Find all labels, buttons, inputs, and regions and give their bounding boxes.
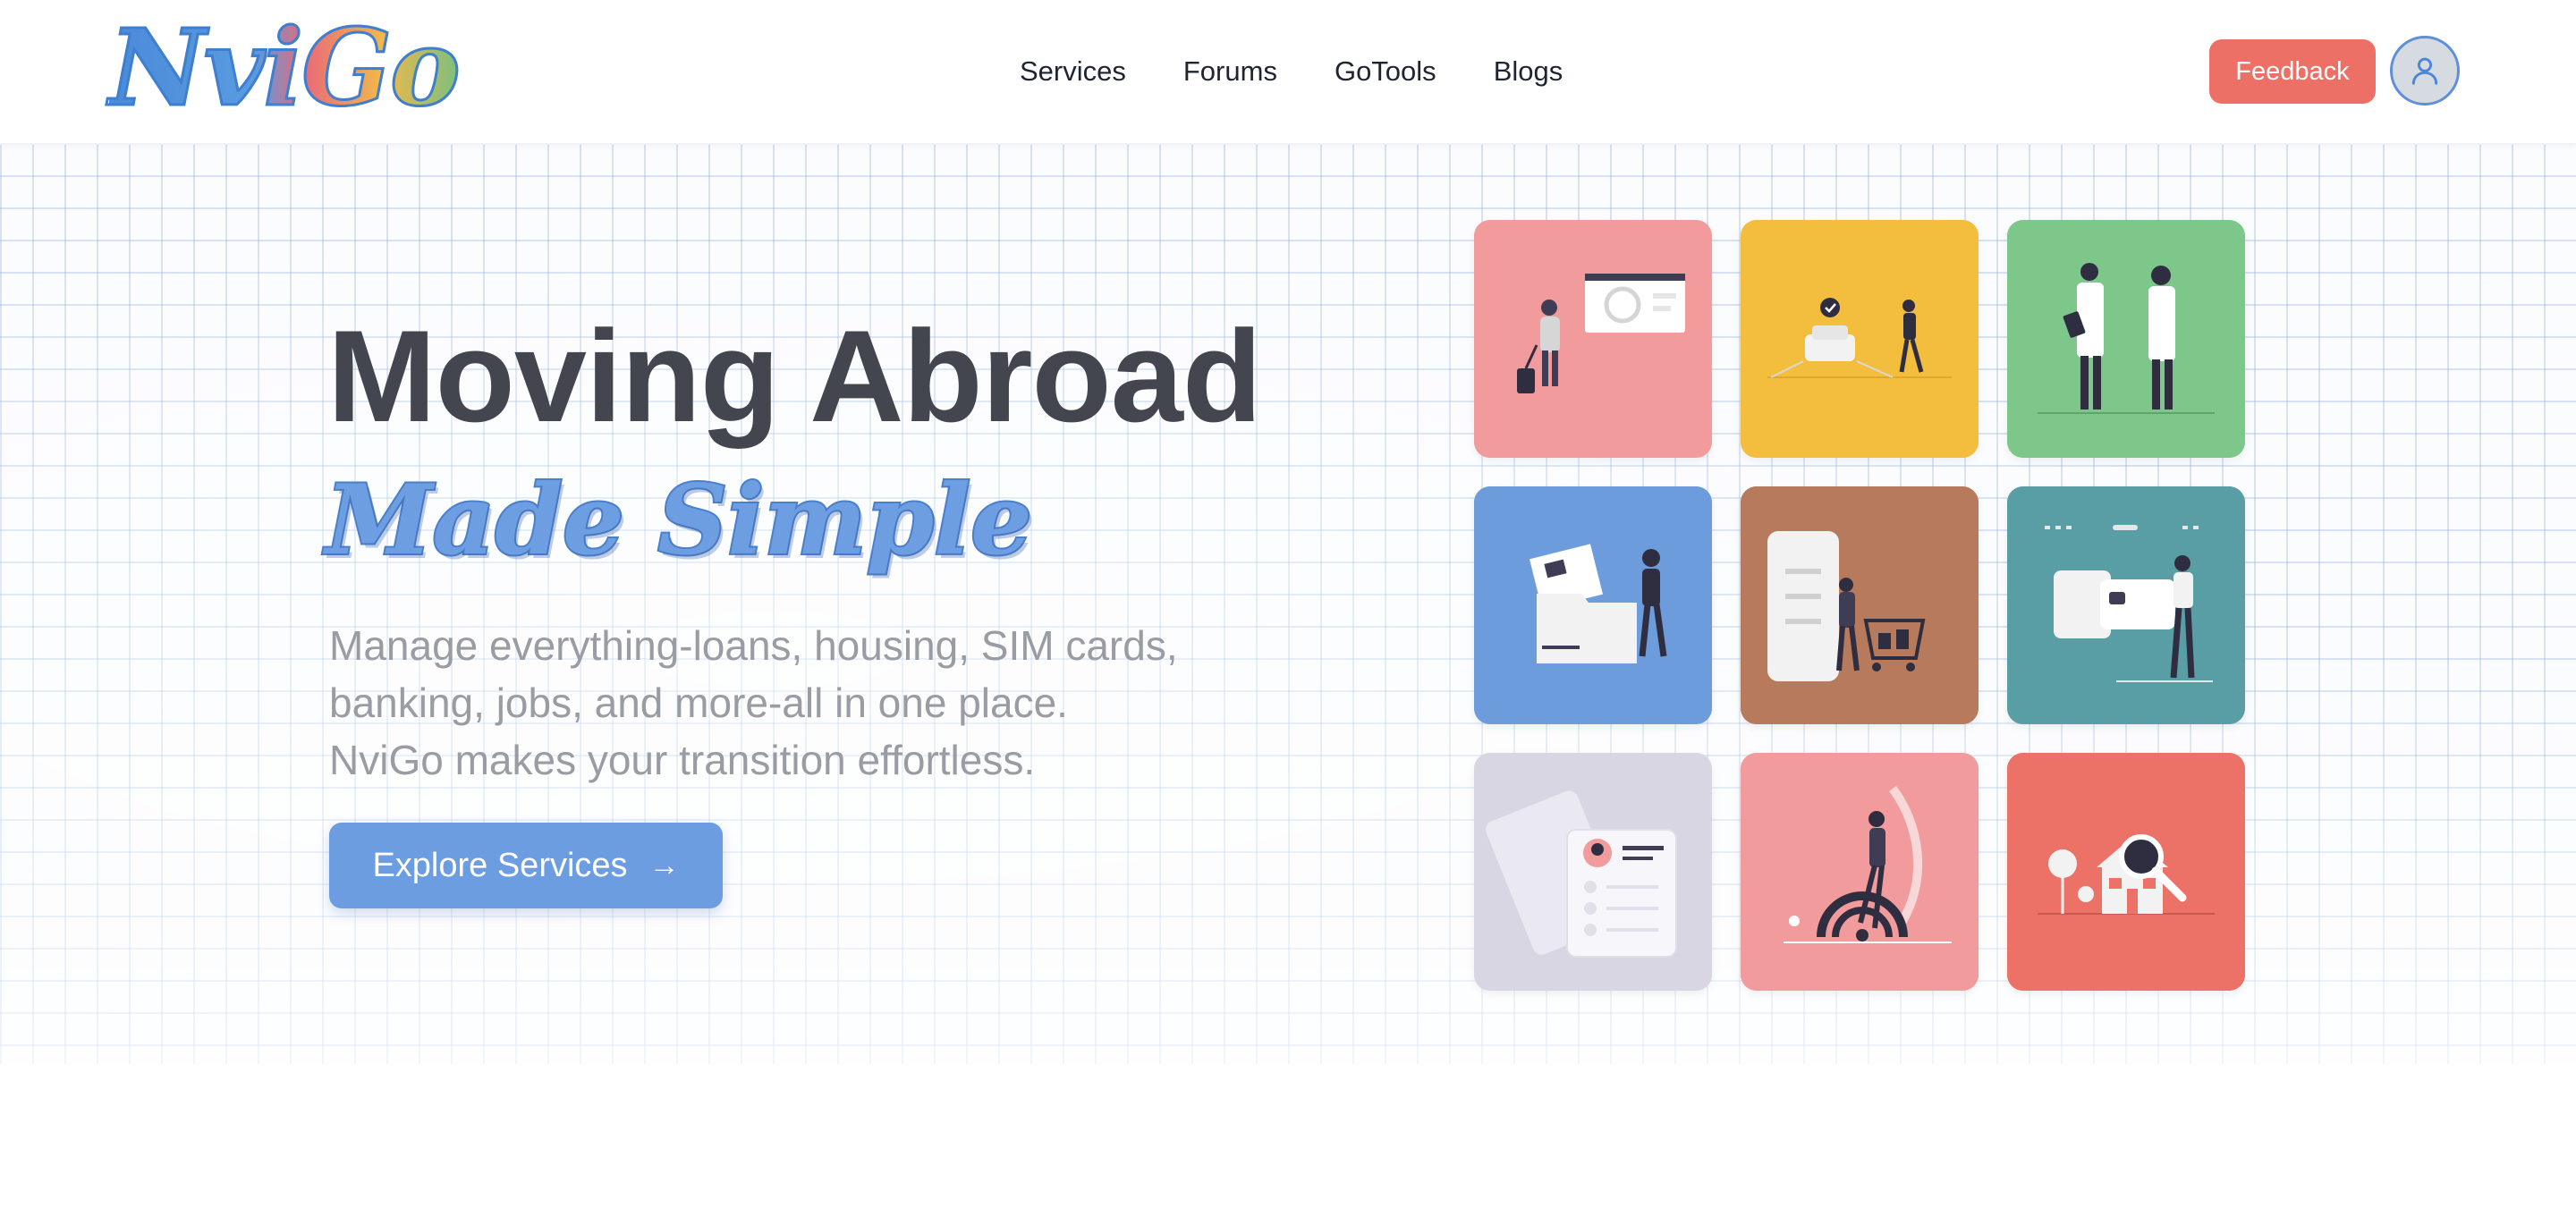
healthcare-tile[interactable] (2007, 220, 2245, 458)
shopping-illustration (1741, 486, 1979, 724)
services-tile-grid (1474, 220, 2245, 991)
arrow-right-icon: → (648, 848, 680, 882)
logo-text: NviGo (108, 5, 462, 130)
user-avatar-button[interactable] (2390, 36, 2460, 106)
bank-card-illustration (2007, 486, 2245, 724)
site-header: NviGo Services Forums GoTools Blogs Feed… (0, 0, 2576, 145)
documents-illustration (1474, 486, 1712, 724)
banking-tile[interactable] (2007, 486, 2245, 724)
profile-card-illustration (1474, 753, 1712, 991)
hero-title: Moving Abroad (327, 303, 1262, 449)
feedback-button[interactable]: Feedback (2209, 39, 2376, 104)
nav-blogs[interactable]: Blogs (1494, 55, 1563, 88)
shopping-tile[interactable] (1741, 486, 1979, 724)
house-search-illustration (2007, 753, 2245, 991)
user-icon (2411, 57, 2438, 85)
taxi-illustration (1741, 220, 1979, 458)
traveler-illustration (1474, 220, 1712, 458)
description-line: banking, jobs, and more-all in one place… (329, 680, 1068, 726)
explore-services-button[interactable]: Explore Services → (329, 823, 723, 908)
travel-tile[interactable] (1474, 220, 1712, 458)
description-line: Manage everything-loans, housing, SIM ca… (329, 622, 1178, 669)
wifi-illustration (1741, 753, 1979, 991)
description-line: NviGo makes your transition effortless. (329, 737, 1036, 783)
documents-tile[interactable] (1474, 486, 1712, 724)
hero-description: Manage everything-loans, housing, SIM ca… (329, 617, 1313, 789)
cta-label: Explore Services (372, 846, 628, 884)
nav-gotools[interactable]: GoTools (1335, 55, 1436, 88)
main-nav: Services Forums GoTools Blogs (1020, 46, 1563, 97)
nvigo-logo[interactable]: NviGo (108, 13, 462, 122)
sim-connectivity-tile[interactable] (1741, 753, 1979, 991)
hero-subtitle: Made Simple (324, 464, 1034, 577)
profile-tile[interactable] (1474, 753, 1712, 991)
housing-tile[interactable] (2007, 753, 2245, 991)
nav-forums[interactable]: Forums (1183, 55, 1277, 88)
transport-tile[interactable] (1741, 220, 1979, 458)
doctors-illustration (2007, 220, 2245, 458)
nav-services[interactable]: Services (1020, 55, 1126, 88)
